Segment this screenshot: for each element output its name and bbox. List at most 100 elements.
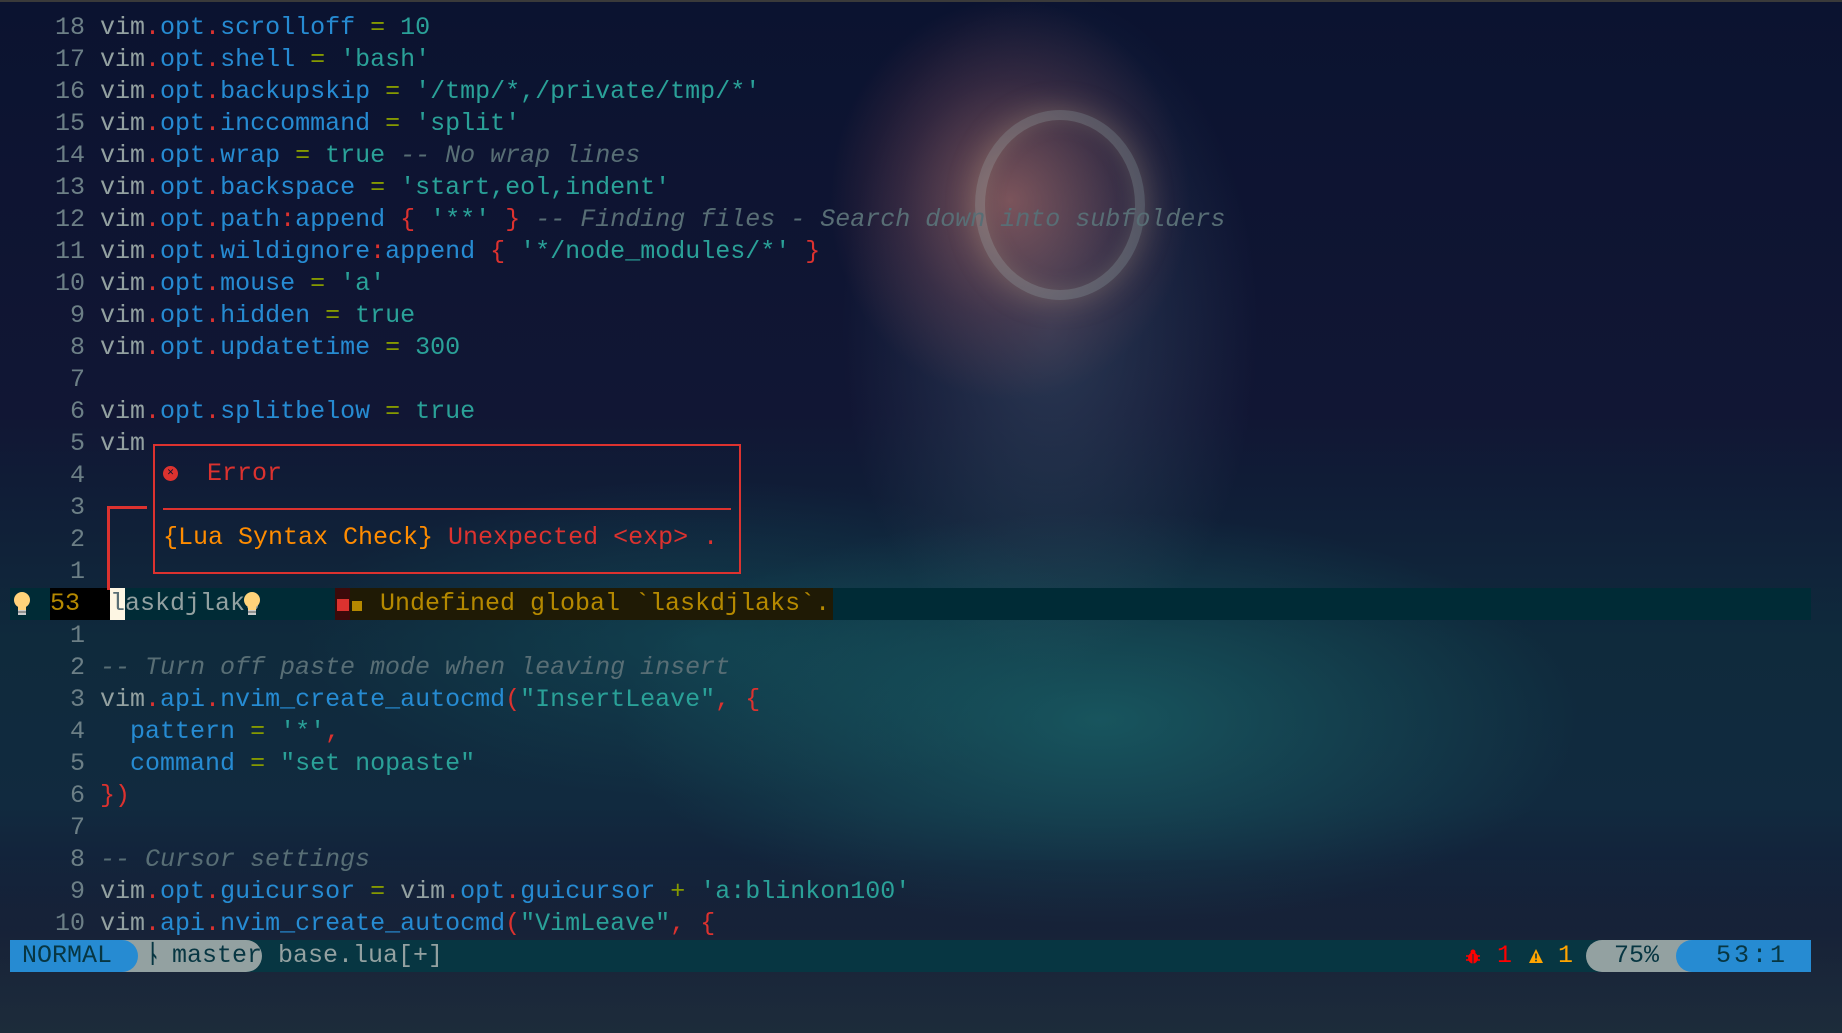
statusline: NORMAL ᚿ master base.lua[+] 1 1 75% 53:1 xyxy=(10,940,1811,972)
cursor-position-label: 53:1 xyxy=(1716,941,1789,970)
code-token: . xyxy=(145,13,161,42)
code-token: opt xyxy=(460,877,506,906)
code-line[interactable]: 7 xyxy=(40,812,100,844)
code-line[interactable]: 5 vim xyxy=(40,428,145,460)
code-token: backupskip xyxy=(220,77,371,106)
code-line[interactable]: 17 vim.opt.shell = 'bash' xyxy=(40,44,430,76)
code-line[interactable]: 4 pattern = '*', xyxy=(40,716,340,748)
code-token: backspace xyxy=(220,173,356,202)
popup-connector-vertical xyxy=(107,506,110,590)
code-line[interactable]: 3 xyxy=(40,492,100,524)
line-number: 5 xyxy=(69,749,85,778)
warning-square-icon xyxy=(352,601,362,611)
code-line[interactable]: 6 vim.opt.splitbelow = true xyxy=(40,396,475,428)
diagnostic-virtual-text: Undefined global `laskdjlaks`. xyxy=(335,588,833,620)
code-line[interactable]: 18 vim.opt.scrolloff = 10 xyxy=(40,12,430,44)
code-line[interactable]: 4 xyxy=(40,460,100,492)
popup-body: {Lua Syntax Check} Unexpected <exp> . xyxy=(163,522,718,554)
code-token: -- Cursor settings xyxy=(100,845,371,874)
code-line[interactable]: 1 xyxy=(40,620,100,652)
line-number: 2 xyxy=(69,525,85,554)
code-token: . xyxy=(205,205,221,234)
line-number: 14 xyxy=(54,141,85,170)
line-number: 11 xyxy=(54,237,85,266)
error-count: 1 xyxy=(1497,941,1513,970)
code-line[interactable]: 8 -- Cursor settings xyxy=(40,844,370,876)
code-token: -- Finding files - Search down into subf… xyxy=(535,205,1226,234)
code-token: . xyxy=(145,141,161,170)
line-number: 4 xyxy=(69,461,85,490)
code-line[interactable]: 15 vim.opt.inccommand = 'split' xyxy=(40,108,520,140)
code-line[interactable]: 1 xyxy=(40,556,100,588)
code-token: opt xyxy=(160,237,206,266)
code-token: . xyxy=(145,205,161,234)
code-line[interactable]: 12 vim.opt.path:append { '**' } -- Findin… xyxy=(40,204,1225,236)
line-number: 13 xyxy=(54,173,85,202)
code-token: nvim_create_autocmd xyxy=(220,909,506,938)
error-popup: ✕ Error {Lua Syntax Check} Unexpected <e… xyxy=(153,444,741,574)
code-line[interactable]: 8 vim.opt.updatetime = 300 xyxy=(40,332,460,364)
code-line[interactable]: 11 vim.opt.wildignore:append { '*/node_mo… xyxy=(40,236,820,268)
line-number: 2 xyxy=(69,653,85,682)
code-token: append xyxy=(385,237,476,266)
code-line[interactable]: 9 vim.opt.guicursor = vim.opt.guicursor +… xyxy=(40,876,910,908)
code-action-lightbulb-icon[interactable] xyxy=(242,591,262,617)
cursor-line[interactable]: 53 l askdjlaks Undefined global `laskdjl… xyxy=(10,588,1811,620)
code-line[interactable]: 6}) xyxy=(40,780,130,812)
code-token: vim xyxy=(100,429,146,458)
code-token: = xyxy=(325,301,341,330)
code-line[interactable]: 14 vim.opt.wrap = true -- No wrap lines xyxy=(40,140,640,172)
code-line[interactable]: 9 vim.opt.hidden = true xyxy=(40,300,415,332)
code-token: pattern xyxy=(130,717,236,746)
code-token: . xyxy=(145,909,161,938)
code-token: updatetime xyxy=(220,333,371,362)
code-line[interactable]: 7 xyxy=(40,364,100,396)
code-token: shell xyxy=(220,45,296,74)
error-square-icon xyxy=(337,599,349,611)
line-number: 9 xyxy=(69,877,85,906)
diagnostic-message: Undefined global `laskdjlaks`. xyxy=(380,589,831,618)
code-token: vim xyxy=(100,397,146,426)
code-line[interactable]: 2 -- Turn off paste mode when leaving ins… xyxy=(40,652,730,684)
code-line[interactable]: 13 vim.opt.backspace = 'start,eol,indent' xyxy=(40,172,670,204)
code-line[interactable]: 10 vim.opt.mouse = 'a' xyxy=(40,268,385,300)
code-token: = xyxy=(250,749,266,778)
code-line[interactable]: 2 xyxy=(40,524,100,556)
code-token: = xyxy=(295,141,311,170)
line-number: 17 xyxy=(54,45,85,74)
code-token: = xyxy=(250,717,266,746)
code-line[interactable]: 16 vim.opt.backupskip = '/tmp/*,/private/… xyxy=(40,76,760,108)
line-number: 10 xyxy=(54,909,85,938)
code-token: opt xyxy=(160,109,206,138)
code-line[interactable]: 5 command = "set nopaste" xyxy=(40,748,475,780)
code-line[interactable]: 10 vim.api.nvim_create_autocmd("VimLeave"… xyxy=(40,908,715,940)
cursor-line-number: 53 xyxy=(50,589,81,618)
code-token: . xyxy=(145,237,161,266)
code-token: vim xyxy=(100,141,146,170)
lightbulb-icon[interactable] xyxy=(12,591,32,617)
code-token: command xyxy=(130,749,236,778)
code-token: vim xyxy=(100,909,146,938)
code-token: guicursor xyxy=(520,877,656,906)
code-token: = xyxy=(385,77,401,106)
code-token: true xyxy=(355,301,416,330)
code-token: . xyxy=(145,109,161,138)
code-token: = xyxy=(385,333,401,362)
code-token: vim xyxy=(100,109,146,138)
code-token: . xyxy=(145,397,161,426)
code-token: -- No wrap lines xyxy=(400,141,641,170)
code-token: opt xyxy=(160,397,206,426)
code-line[interactable]: 3 vim.api.nvim_create_autocmd("InsertLeav… xyxy=(40,684,760,716)
